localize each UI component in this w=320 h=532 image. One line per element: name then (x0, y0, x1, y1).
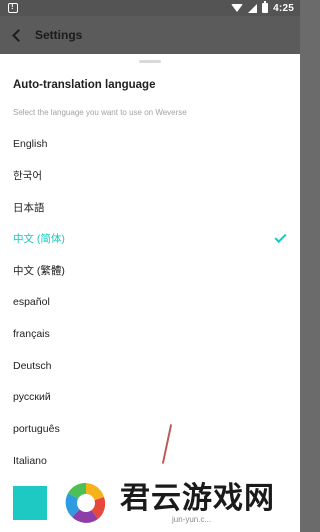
sheet-title: Auto-translation language (13, 79, 156, 91)
wifi-icon (231, 4, 244, 12)
status-left-icons (8, 2, 18, 13)
language-label: português (13, 423, 60, 436)
language-item-italian[interactable]: Italiano (0, 445, 300, 477)
language-label: français (13, 327, 50, 340)
language-list: English 한국어 日本語 中文 (简体) 中文 (繁體) español … (0, 128, 300, 477)
language-bottom-sheet: Auto-translation language Select the lan… (0, 54, 300, 532)
status-time: 4:25 (273, 2, 294, 14)
warning-icon (8, 2, 18, 13)
language-item-spanish[interactable]: español (0, 286, 300, 318)
teal-swatch (13, 486, 47, 520)
language-label: English (13, 137, 48, 150)
language-label: 日本語 (13, 201, 45, 214)
watermark-logo-icon (60, 477, 112, 529)
check-icon (274, 230, 287, 243)
language-label: Italiano (13, 454, 47, 467)
language-item-portuguese[interactable]: português (0, 413, 300, 445)
language-item-chinese-traditional[interactable]: 中文 (繁體) (0, 255, 300, 287)
battery-icon (262, 1, 269, 13)
language-label: Deutsch (13, 359, 52, 372)
language-label: 中文 (简体) (13, 233, 65, 246)
status-right-icons: 4:25 (231, 1, 294, 14)
page-title: Settings (35, 28, 83, 42)
language-item-english[interactable]: English (0, 128, 300, 160)
watermark-subtext: jun-yun.c... (172, 514, 212, 524)
language-label: 한국어 (13, 170, 42, 183)
language-label: español (13, 296, 50, 309)
language-item-chinese-simplified[interactable]: 中文 (简体) (0, 223, 300, 255)
chevron-left-icon[interactable] (12, 28, 25, 42)
watermark-text: 君云游戏网 (120, 480, 275, 516)
screen: 4:25 Settings Auto-translation language … (0, 0, 300, 532)
language-item-german[interactable]: Deutsch (0, 350, 300, 382)
language-label: русский (13, 391, 51, 404)
language-label: 中文 (繁體) (13, 265, 65, 278)
watermark: 君云游戏网 jun-yun.c... (60, 474, 300, 532)
app-header: Settings (0, 16, 300, 54)
signal-icon (248, 3, 258, 13)
watermark-text-wrap: 君云游戏网 jun-yun.c... (120, 480, 275, 524)
language-item-french[interactable]: français (0, 318, 300, 350)
language-item-russian[interactable]: русский (0, 382, 300, 414)
sheet-drag-handle[interactable] (139, 60, 161, 63)
language-item-korean[interactable]: 한국어 (0, 160, 300, 192)
sheet-subtitle: Select the language you want to use on W… (13, 108, 187, 117)
language-item-japanese[interactable]: 日本語 (0, 191, 300, 223)
status-bar: 4:25 (0, 0, 300, 16)
